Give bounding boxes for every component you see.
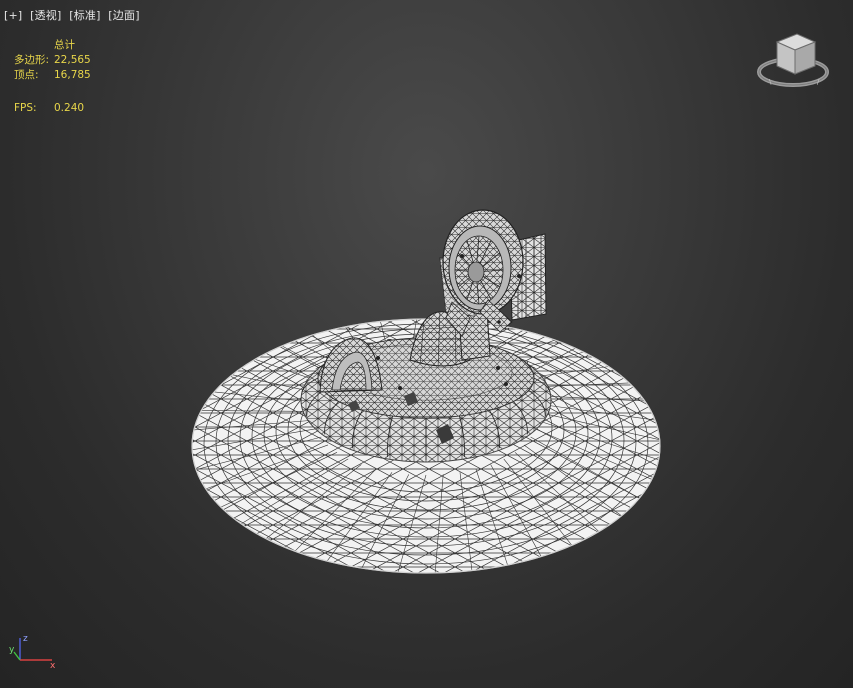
- scene-statistics: 总计 多边形: 22,565 顶点: 16,785 FPS: 0.240: [14, 38, 91, 116]
- viewcube-icon[interactable]: \ /: [755, 28, 835, 94]
- stats-polys-label: 多边形:: [14, 54, 50, 66]
- axis-x-label: x: [50, 661, 56, 670]
- viewport-general-menu[interactable]: [+]: [4, 9, 22, 22]
- viewport-point-of-view-menu[interactable]: [透视]: [30, 9, 61, 22]
- axis-z-label: z: [23, 634, 28, 644]
- stats-header: 总计: [54, 39, 75, 51]
- axis-y-label: y: [9, 645, 15, 655]
- stats-verts-row: 顶点: 16,785: [14, 68, 91, 83]
- viewport-edged-faces-menu[interactable]: [边面]: [108, 9, 139, 22]
- stats-fps-value: 0.240: [54, 102, 85, 114]
- axis-tripod-icon: z y x: [9, 634, 56, 670]
- stats-fps-row: FPS: 0.240: [14, 101, 91, 116]
- viewport-shading-menu[interactable]: [标准]: [69, 9, 100, 22]
- viewport-label-menu[interactable]: [+] [透视] [标准] [边面]: [4, 7, 144, 23]
- stats-verts-label: 顶点:: [14, 69, 39, 81]
- wireframe-model[interactable]: [0, 0, 853, 688]
- stats-polys-row: 多边形: 22,565: [14, 53, 91, 68]
- stats-fps-label: FPS:: [14, 102, 37, 114]
- stats-verts-value: 16,785: [54, 69, 91, 81]
- stats-polys-value: 22,565: [54, 54, 91, 66]
- 3d-viewport[interactable]: [+] [透视] [标准] [边面] 总计 多边形: 22,565 顶点: 16…: [0, 0, 853, 688]
